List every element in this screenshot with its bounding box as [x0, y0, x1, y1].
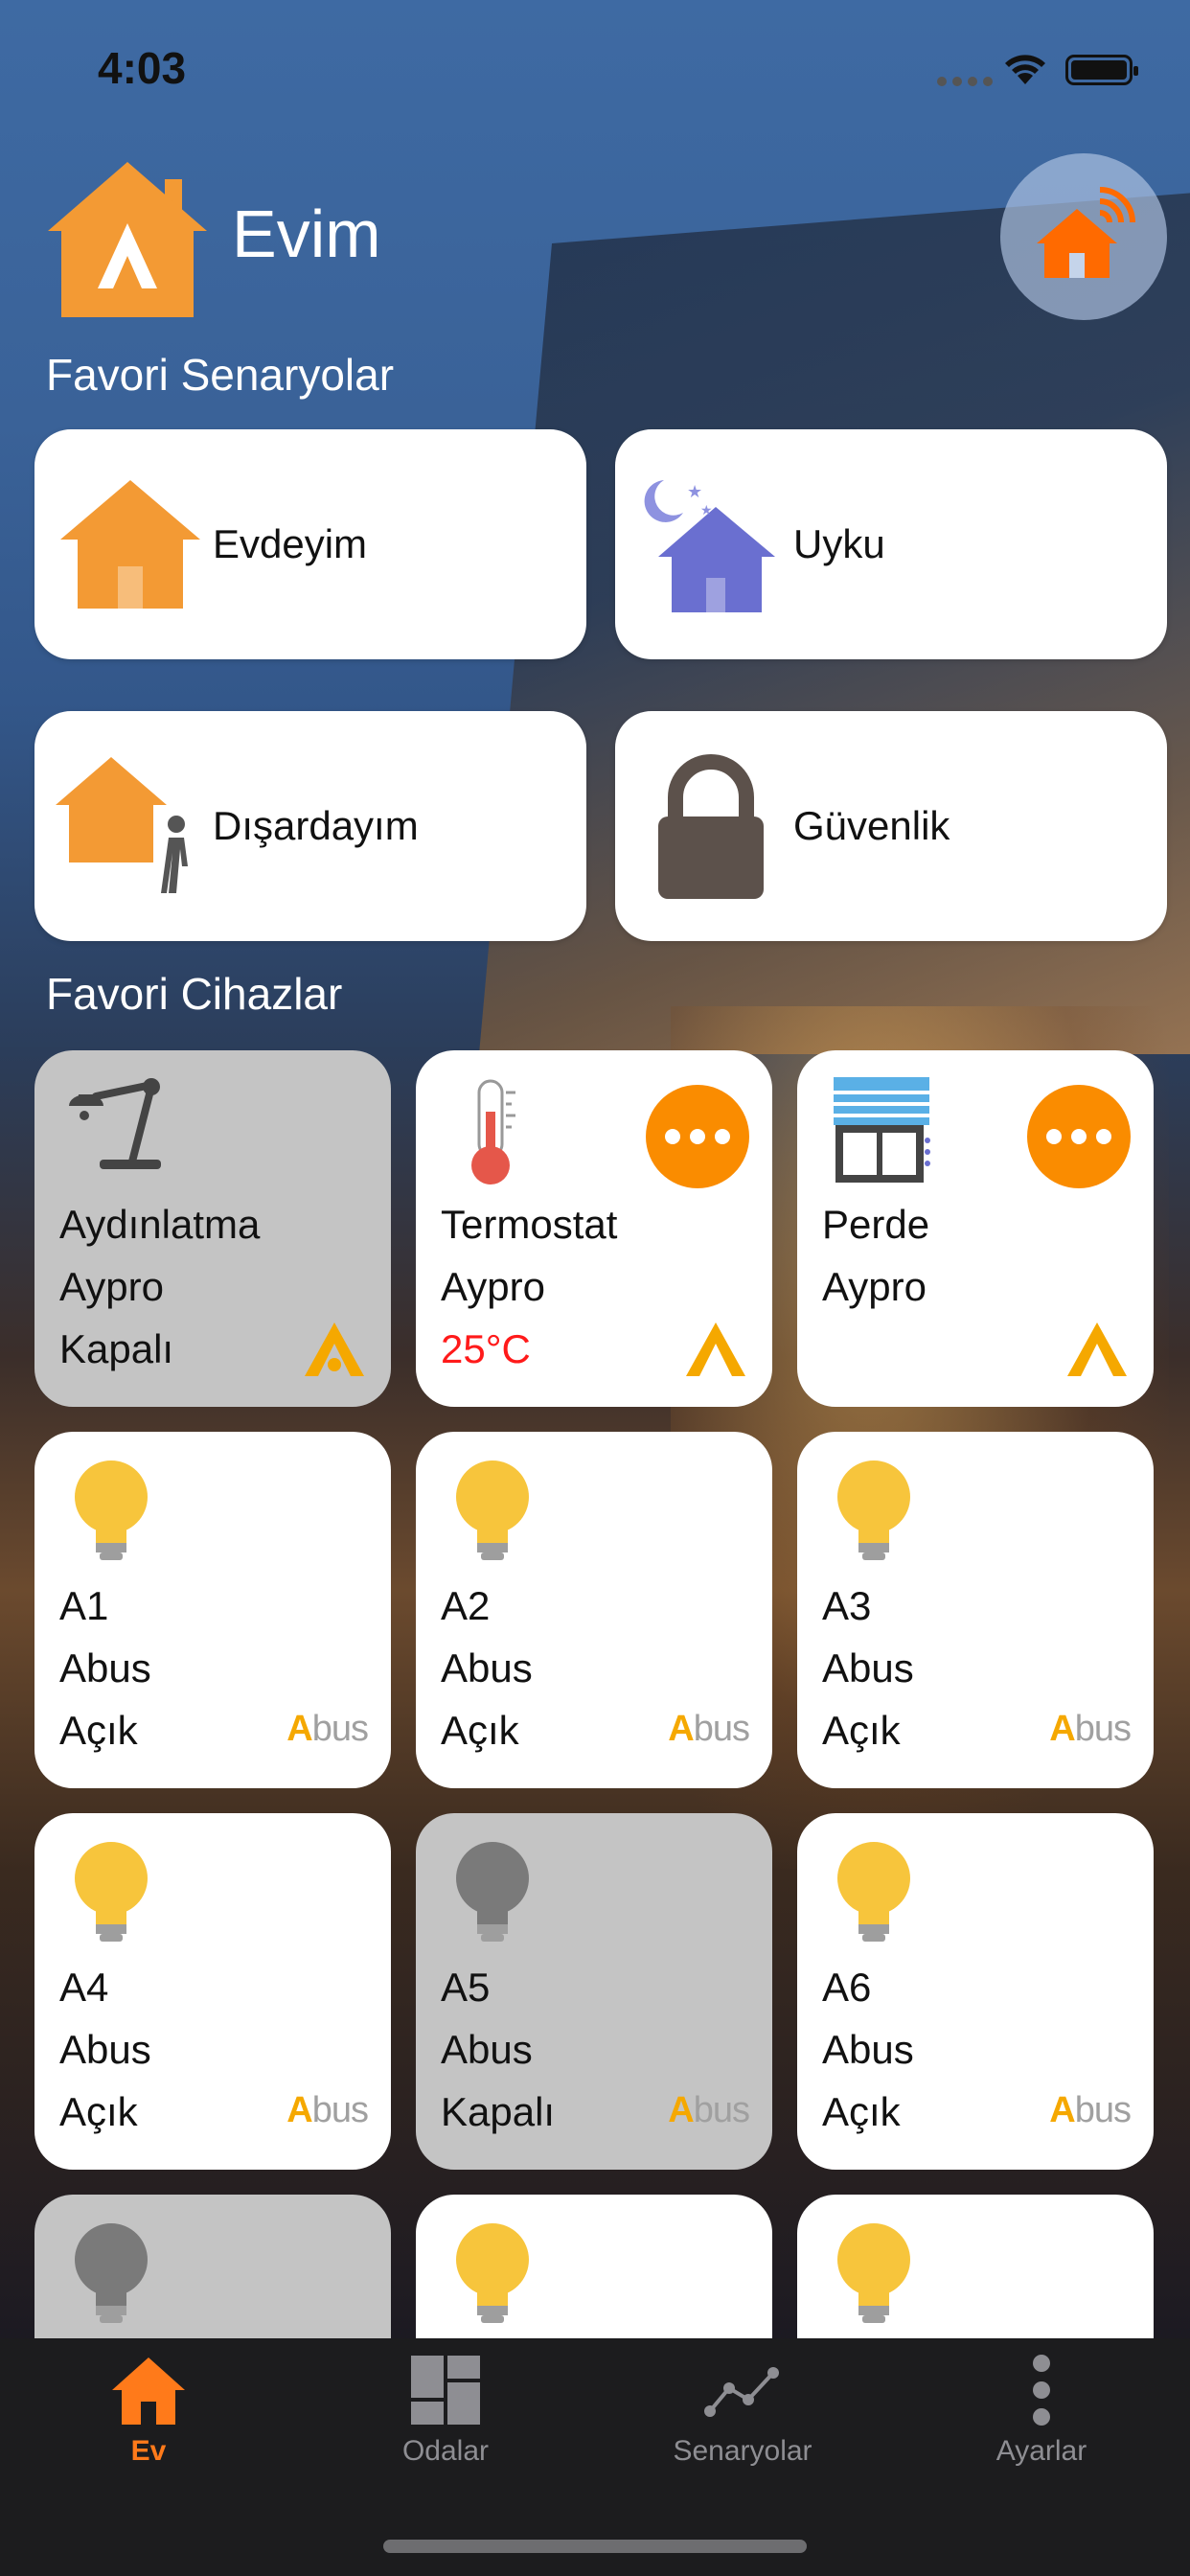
- rooms-grid-icon: [411, 2356, 480, 2425]
- bulb-icon: [837, 1842, 910, 1942]
- status-bar: 4:03: [0, 0, 1190, 134]
- bulb-off-icon: [456, 1842, 529, 1942]
- device-name: A4: [59, 1965, 109, 2010]
- device-state: Açık: [59, 1708, 138, 1753]
- home-header: Evim: [42, 153, 381, 326]
- scenario-disardayim[interactable]: Dışardayım: [34, 711, 586, 941]
- scenario-label: Evdeyim: [213, 521, 368, 566]
- device-brand: Abus: [59, 2027, 151, 2072]
- favorite-devices-title: Favori Cihazlar: [46, 969, 343, 1019]
- device-name: A3: [822, 1583, 872, 1628]
- device-brand: Abus: [441, 2027, 533, 2072]
- tab-label: Odalar: [401, 2435, 490, 2467]
- svg-text:★: ★: [687, 482, 702, 502]
- tab-senaryolar[interactable]: Senaryolar: [594, 2354, 891, 2468]
- device-perde[interactable]: Perde Aypro: [797, 1050, 1154, 1407]
- device-brand: Abus: [822, 2027, 914, 2072]
- device-brand: Aypro: [822, 1264, 927, 1309]
- bulb-icon: [837, 2223, 910, 2323]
- scenarios-chart-icon: [704, 2367, 779, 2417]
- device-a5[interactable]: A5 Abus Kapalı Abus: [416, 1813, 772, 2170]
- bulb-icon: [456, 2223, 529, 2323]
- tab-label: Ayarlar: [995, 2435, 1087, 2467]
- aypro-home-logo-icon: [48, 162, 207, 317]
- device-state: Açık: [441, 1708, 519, 1753]
- wifi-home-button[interactable]: [1000, 153, 1167, 320]
- device-name: A1: [59, 1583, 109, 1628]
- battery-icon: [1065, 55, 1138, 85]
- bulb-off-icon: [75, 2223, 148, 2323]
- tab-label: Ev: [130, 2435, 167, 2467]
- device-brand: Abus: [822, 1645, 914, 1690]
- scenario-label: Güvenlik: [793, 803, 950, 848]
- device-brand: Aypro: [59, 1264, 164, 1309]
- wifi-home-icon: [1037, 187, 1135, 278]
- abus-logo: Abus: [1049, 1709, 1132, 1749]
- bulb-icon: [75, 1842, 148, 1942]
- tab-ev[interactable]: Ev: [0, 2354, 297, 2468]
- scenario-uyku[interactable]: ★ ★ Uyku: [615, 429, 1167, 659]
- device-state: Açık: [822, 2089, 901, 2134]
- device-state: Kapalı: [441, 2089, 556, 2134]
- favorite-scenarios-title: Favori Senaryolar: [46, 350, 395, 400]
- device-state: Açık: [59, 2089, 138, 2134]
- bulb-icon: [837, 1460, 910, 1560]
- scenario-guvenlik[interactable]: Güvenlik: [615, 711, 1167, 941]
- abus-logo: Abus: [668, 2090, 750, 2130]
- thermometer-icon: [471, 1079, 515, 1184]
- home-icon: [60, 480, 200, 609]
- device-brand: Abus: [59, 1645, 151, 1690]
- scenario-evdeyim[interactable]: Evdeyim: [34, 429, 586, 659]
- more-options-button[interactable]: [1027, 1085, 1131, 1188]
- home-icon: [112, 2358, 185, 2425]
- scenario-label: Dışardayım: [213, 803, 419, 848]
- tab-label: Senaryolar: [673, 2435, 812, 2467]
- away-home-icon: [56, 757, 188, 893]
- desk-lamp-icon: [69, 1078, 161, 1169]
- abus-logo: Abus: [286, 2090, 369, 2130]
- sleep-home-icon: ★ ★: [644, 480, 775, 612]
- abus-logo: Abus: [1049, 2090, 1132, 2130]
- abus-logo: Abus: [286, 1709, 369, 1749]
- device-name: Perde: [822, 1202, 930, 1247]
- bulb-icon: [75, 1460, 148, 1560]
- device-name: Aydınlatma: [59, 1202, 261, 1247]
- aypro-brand-icon: [305, 1322, 364, 1376]
- abus-logo: Abus: [668, 1709, 750, 1749]
- device-name: Termostat: [441, 1202, 618, 1247]
- bulb-icon: [456, 1460, 529, 1560]
- scenario-label: Uyku: [793, 521, 885, 566]
- tab-odalar[interactable]: Odalar: [297, 2354, 594, 2468]
- device-state: Açık: [822, 1708, 901, 1753]
- aypro-brand-icon: [1067, 1322, 1127, 1376]
- device-name: A6: [822, 1965, 872, 2010]
- device-name: A5: [441, 1965, 491, 2010]
- device-name: A2: [441, 1583, 491, 1628]
- home-indicator: [383, 2540, 807, 2553]
- aypro-brand-icon: [686, 1322, 745, 1376]
- svg-text:★: ★: [700, 503, 713, 518]
- tab-ayarlar[interactable]: Ayarlar: [893, 2354, 1190, 2468]
- device-temperature: 25°C: [441, 1326, 531, 1371]
- device-state: Kapalı: [59, 1326, 174, 1371]
- more-vertical-icon: [1033, 2355, 1050, 2426]
- device-a3[interactable]: A3 Abus Açık Abus: [797, 1432, 1154, 1788]
- blinds-icon: [834, 1077, 930, 1183]
- device-a1[interactable]: A1 Abus Açık Abus: [34, 1432, 391, 1788]
- more-options-button[interactable]: [646, 1085, 749, 1188]
- device-brand: Aypro: [441, 1264, 545, 1309]
- device-brand: Abus: [441, 1645, 533, 1690]
- device-termostat[interactable]: Termostat Aypro 25°C: [416, 1050, 772, 1407]
- device-aydinlatma[interactable]: Aydınlatma Aypro Kapalı: [34, 1050, 391, 1407]
- device-a2[interactable]: A2 Abus Açık Abus: [416, 1432, 772, 1788]
- device-a6[interactable]: A6 Abus Açık Abus: [797, 1813, 1154, 2170]
- home-title: Evim: [232, 196, 381, 271]
- device-a4[interactable]: A4 Abus Açık Abus: [34, 1813, 391, 2170]
- wifi-icon: [1005, 55, 1045, 84]
- cellular-signal-icon: [937, 77, 993, 86]
- status-time: 4:03: [98, 43, 187, 93]
- lock-icon: [658, 754, 764, 899]
